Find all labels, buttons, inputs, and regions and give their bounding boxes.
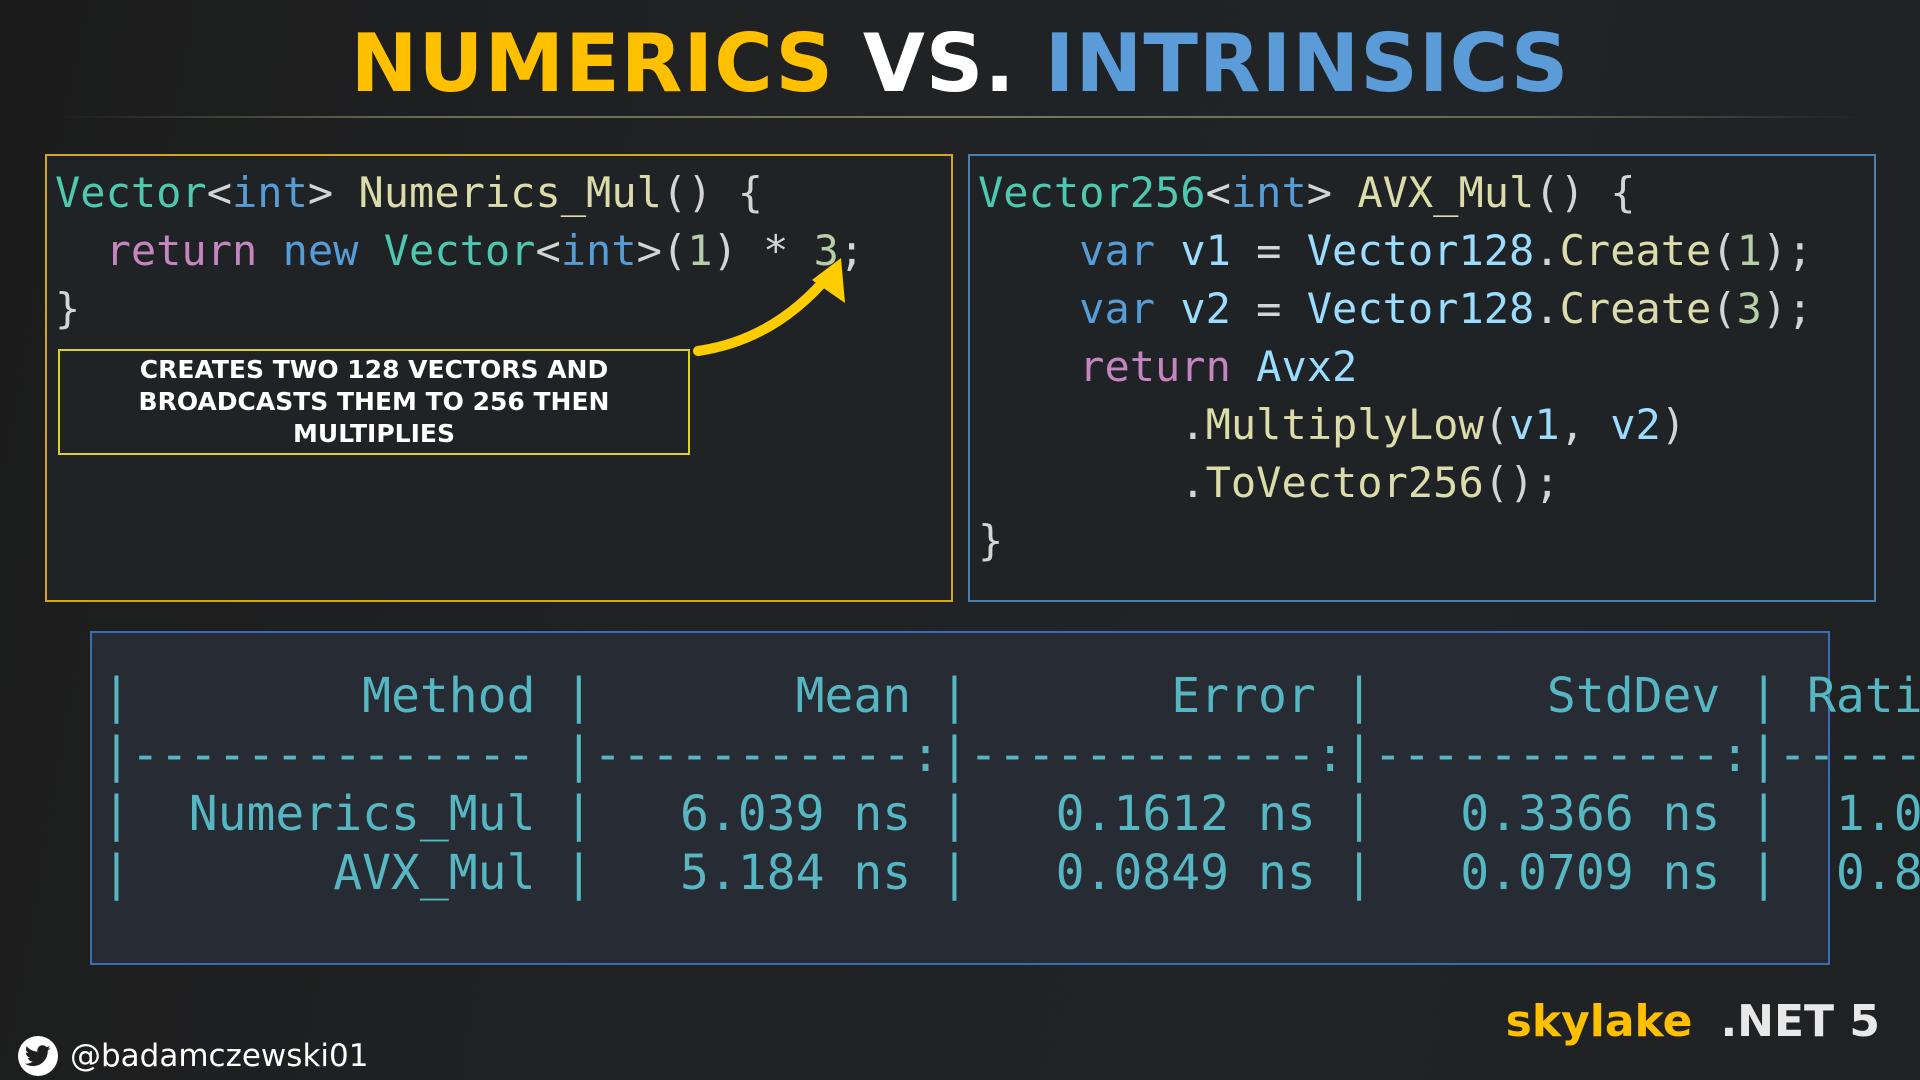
- code-token-punc: >: [1306, 168, 1333, 217]
- curved-arrow-icon: [693, 258, 845, 356]
- code-token-type: Vector256: [978, 168, 1206, 217]
- table-row: | Numerics_Mul | 6.039 ns | 0.1612 ns | …: [102, 786, 1920, 842]
- code-token-punc: (: [1711, 226, 1737, 275]
- code-token-method: ToVector256: [1205, 458, 1484, 507]
- code-token-punc: ();: [1483, 458, 1560, 507]
- code-token-variable: v1: [1509, 400, 1560, 449]
- title-divider: [60, 116, 1860, 118]
- intrinsics-code: Vector256<int> AVX_Mul() { var v1 = Vect…: [978, 164, 1813, 570]
- code-token-punc: >: [307, 168, 334, 217]
- code-token-punc: (: [1483, 400, 1510, 449]
- code-token-punc: () {: [661, 168, 764, 217]
- code-token-method: Create: [1559, 284, 1712, 333]
- intrinsics-code-panel: Vector256<int> AVX_Mul() { var v1 = Vect…: [968, 154, 1876, 602]
- code-line: Vector<int> Numerics_Mul() {: [55, 168, 763, 217]
- code-line: .ToVector256();: [978, 458, 1560, 507]
- code-line: }: [978, 516, 1004, 565]
- code-token-punc: <: [206, 168, 233, 217]
- environment-info: skylake .NET 5: [1506, 996, 1880, 1047]
- code-line: Vector256<int> AVX_Mul() {: [978, 168, 1636, 217]
- code-token-method: MultiplyLow: [1205, 400, 1484, 449]
- title-vs: VS.: [862, 17, 1016, 110]
- benchmark-table-text: | Method | Mean | Error | StdDev | Ratio…: [102, 667, 1920, 903]
- twitter-bird-icon: [18, 1036, 58, 1076]
- code-token-keyword: int: [232, 168, 308, 217]
- code-line: var v2 = Vector128.Create(3);: [978, 284, 1813, 333]
- table-separator-row: |-------------- |-----------:|----------…: [102, 727, 1920, 783]
- annotation-callout: CREATES TWO 128 VECTORS AND BROADCASTS T…: [58, 349, 690, 455]
- benchmark-results-table: | Method | Mean | Error | StdDev | Ratio…: [90, 631, 1920, 965]
- code-token-punc: );: [1761, 226, 1813, 275]
- code-line: }: [55, 284, 81, 333]
- code-token-class: Vector128: [1306, 284, 1535, 333]
- page-title: NUMERICS VS. INTRINSICS: [0, 14, 1920, 114]
- code-token-return: return: [1079, 342, 1231, 391]
- code-token-keyword: int: [1230, 168, 1307, 217]
- code-token-return: return: [105, 226, 258, 275]
- code-token-type: Vector: [55, 168, 207, 217]
- code-token-punc: .: [1180, 400, 1206, 449]
- code-token-type: Vector: [383, 226, 536, 275]
- code-token-keyword: var: [1079, 226, 1156, 275]
- twitter-handle-text: @badamczewski01: [70, 1038, 369, 1074]
- code-token-punc: () {: [1534, 168, 1636, 217]
- code-token-class: Avx2: [1256, 342, 1358, 391]
- table-row: | AVX_Mul | 5.184 ns | 0.0849 ns | 0.070…: [102, 845, 1920, 901]
- code-line: var v1 = Vector128.Create(1);: [978, 226, 1813, 275]
- code-line: .MultiplyLow(v1, v2): [978, 400, 1686, 449]
- code-token-punc: .: [1534, 226, 1560, 275]
- code-token-punc: ,: [1559, 400, 1611, 449]
- code-line: return Avx2: [978, 342, 1357, 391]
- code-token-punc: .: [1180, 458, 1206, 507]
- twitter-handle[interactable]: @badamczewski01: [18, 1036, 368, 1076]
- code-token-punc: ): [1660, 400, 1687, 449]
- code-token-punc: <: [535, 226, 561, 275]
- code-token-class: Vector128: [1306, 226, 1535, 275]
- code-token-keyword: new: [282, 226, 359, 275]
- code-token-operator: =: [1230, 284, 1307, 333]
- code-token-punc: (: [1711, 284, 1737, 333]
- code-token-keyword: int: [560, 226, 637, 275]
- code-token-punc: <: [1205, 168, 1231, 217]
- code-token-punc: >: [636, 226, 662, 275]
- code-token-method: Create: [1559, 226, 1712, 275]
- code-token-operator: =: [1230, 226, 1307, 275]
- code-token-method-name: AVX_Mul: [1357, 168, 1535, 217]
- code-token-method-name: Numerics_Mul: [358, 168, 662, 217]
- code-token-variable: v2: [1180, 284, 1231, 333]
- code-token-variable: v2: [1610, 400, 1661, 449]
- code-token-keyword: var: [1079, 284, 1156, 333]
- code-token-punc: .: [1534, 284, 1560, 333]
- code-token-number: 1: [1736, 226, 1762, 275]
- title-numerics: NUMERICS: [350, 17, 834, 110]
- cpu-label: skylake: [1505, 996, 1693, 1047]
- runtime-label: .NET 5: [1720, 996, 1880, 1047]
- title-intrinsics: INTRINSICS: [1044, 17, 1570, 110]
- code-token-variable: v1: [1180, 226, 1231, 275]
- code-token-punc: );: [1761, 284, 1813, 333]
- table-header-row: | Method | Mean | Error | StdDev | Ratio…: [102, 668, 1920, 724]
- code-token-number: 3: [1736, 284, 1762, 333]
